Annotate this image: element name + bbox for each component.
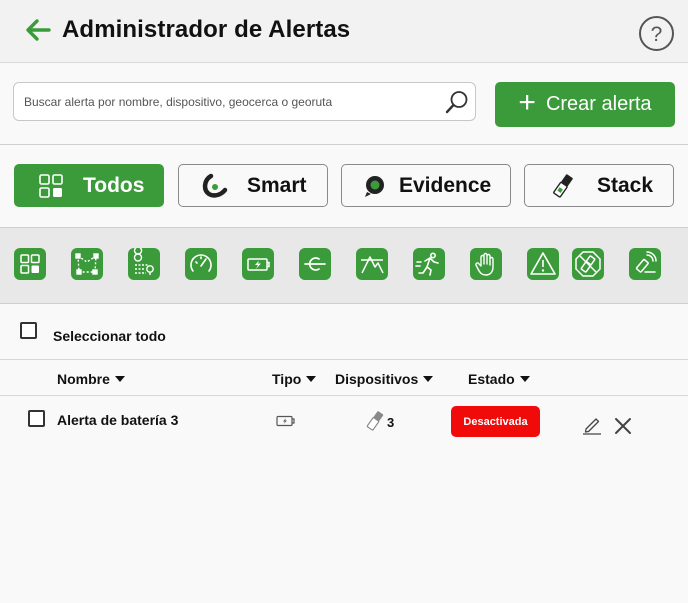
battery-icon[interactable] xyxy=(242,248,274,280)
ignition-icon[interactable] xyxy=(299,248,331,280)
stack-device-icon xyxy=(366,411,384,431)
altitude-icon[interactable] xyxy=(356,248,388,280)
alert-type-filters: Todos Smart Evidence Stack xyxy=(0,145,688,227)
type-filter-label: Smart xyxy=(247,174,307,197)
svg-text:?: ? xyxy=(651,23,663,46)
grid-icon xyxy=(39,174,63,198)
stack-device-icon xyxy=(553,174,573,198)
type-filter-evidence[interactable]: Evidence xyxy=(341,164,511,207)
sort-caret-icon xyxy=(306,376,317,382)
sort-caret-icon xyxy=(519,376,530,382)
select-all-label: Seleccionar todo xyxy=(53,328,166,344)
stop-hand-icon[interactable] xyxy=(470,248,502,280)
tamper-icon[interactable] xyxy=(572,248,604,280)
search-input[interactable] xyxy=(24,83,439,120)
select-all-row: Seleccionar todo xyxy=(0,304,688,359)
table-header: Nombre Tipo Dispositivos Estado xyxy=(0,359,688,396)
status-badge[interactable]: Desactivada xyxy=(451,406,540,437)
table-row[interactable]: Alerta de batería 3 3 Desactivada xyxy=(0,396,688,446)
column-status[interactable]: Estado xyxy=(468,371,530,387)
georoute-icon[interactable] xyxy=(128,248,160,280)
create-alert-label: Crear alerta xyxy=(545,93,652,115)
alert-name: Alerta de batería 3 xyxy=(57,412,179,428)
sort-caret-icon xyxy=(114,376,125,382)
jamming-icon[interactable] xyxy=(629,248,661,280)
type-filter-stack[interactable]: Stack xyxy=(524,164,674,207)
close-icon[interactable] xyxy=(614,417,632,435)
type-filter-label: Stack xyxy=(597,174,654,197)
select-all-checkbox[interactable] xyxy=(20,322,37,339)
page-title: Administrador de Alertas xyxy=(62,16,351,43)
speedometer-icon[interactable] xyxy=(185,248,217,280)
grid-icon[interactable] xyxy=(14,248,46,280)
type-filter-smart[interactable]: Smart xyxy=(178,164,328,207)
type-filter-label: Evidence xyxy=(399,174,492,197)
warning-icon[interactable] xyxy=(527,248,559,280)
column-status-label: Estado xyxy=(468,371,515,387)
row-checkbox[interactable] xyxy=(28,410,45,427)
device-count: 3 xyxy=(387,415,395,430)
column-name-label: Nombre xyxy=(57,371,110,387)
search-icon[interactable] xyxy=(445,90,469,114)
battery-icon xyxy=(276,415,295,427)
plus-icon: + xyxy=(518,86,536,119)
motion-icon[interactable] xyxy=(413,248,445,280)
column-name[interactable]: Nombre xyxy=(57,371,125,387)
column-type-label: Tipo xyxy=(272,371,302,387)
search-box xyxy=(13,82,476,121)
search-toolbar: + Crear alerta xyxy=(0,63,688,145)
sort-caret-icon xyxy=(423,376,434,382)
type-filter-todos[interactable]: Todos xyxy=(14,164,164,207)
create-alert-button[interactable]: + Crear alerta xyxy=(495,82,675,127)
category-filter-bar xyxy=(0,227,688,304)
column-devices-label: Dispositivos xyxy=(335,371,419,387)
column-devices[interactable]: Dispositivos xyxy=(335,371,434,387)
edit-pencil-icon[interactable] xyxy=(582,415,602,435)
type-filter-label: Todos xyxy=(83,174,145,197)
geofence-icon[interactable] xyxy=(71,248,103,280)
column-type[interactable]: Tipo xyxy=(272,371,317,387)
evidence-logo-icon xyxy=(365,176,384,197)
back-arrow-icon[interactable] xyxy=(24,16,52,44)
header-bar: Administrador de Alertas ? xyxy=(0,0,688,63)
smart-logo-icon xyxy=(202,173,228,198)
help-icon[interactable]: ? xyxy=(638,15,675,52)
